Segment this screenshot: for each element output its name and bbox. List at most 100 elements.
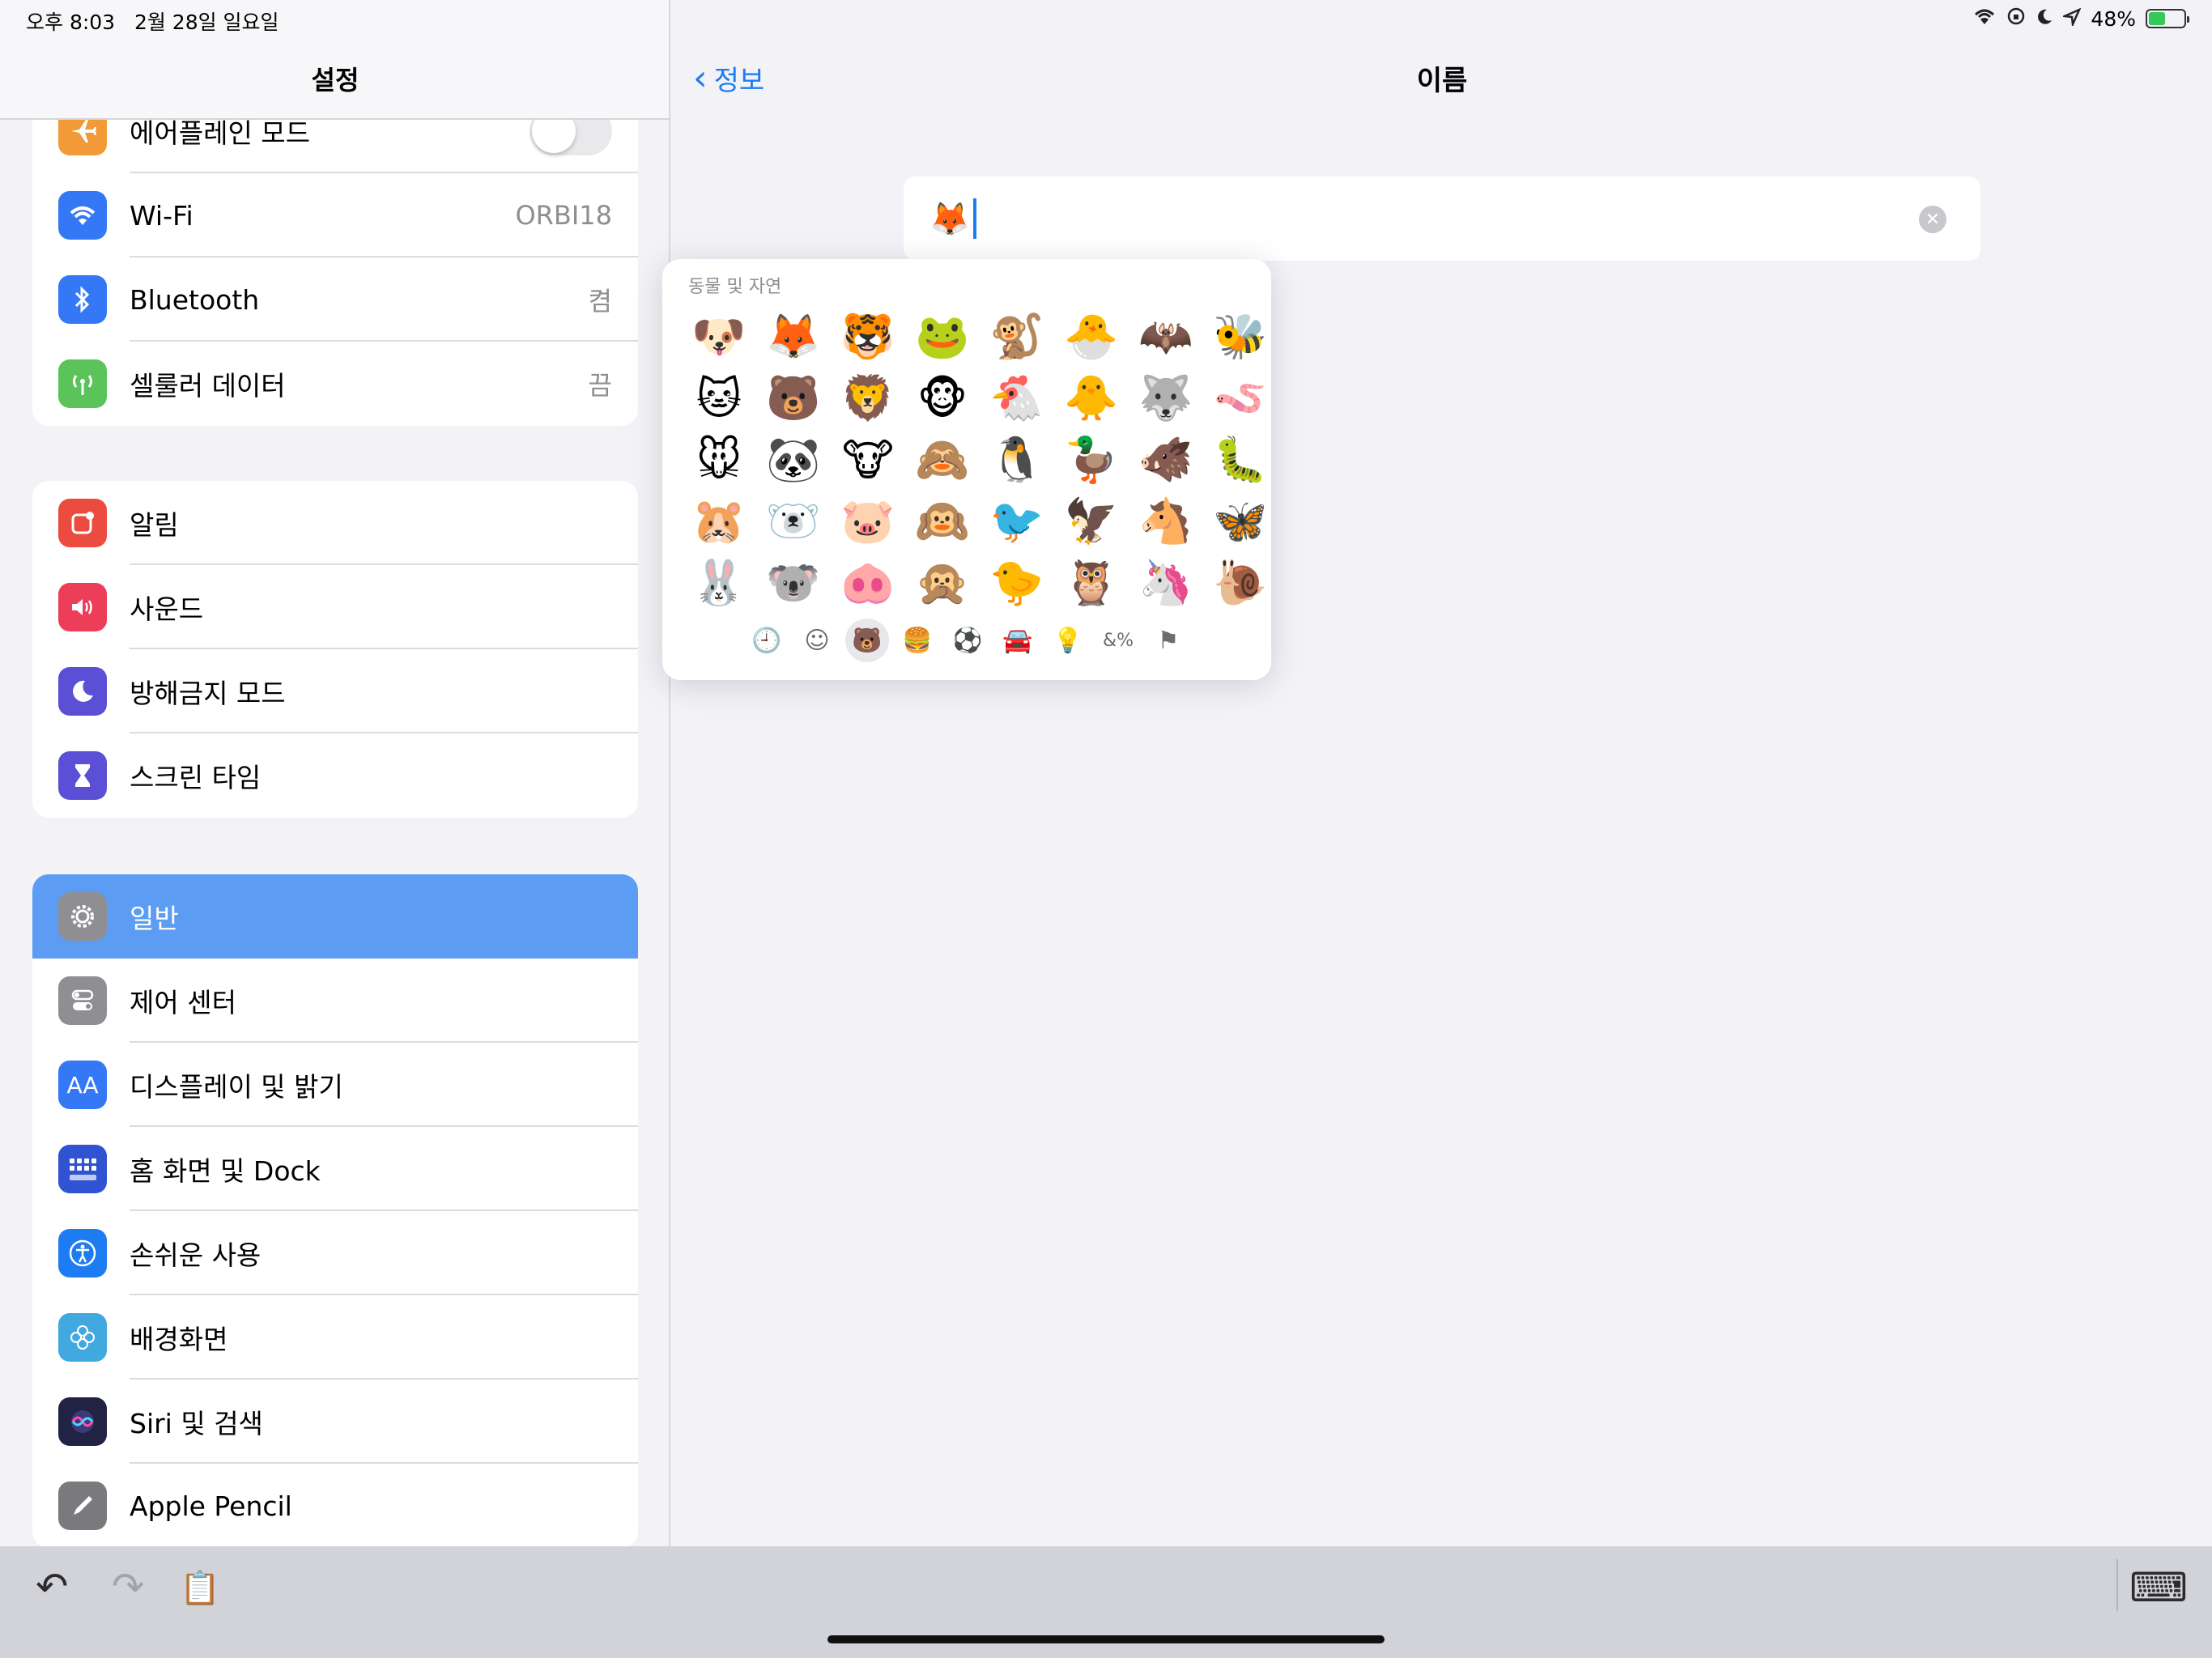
emoji-key[interactable]: 🐰 xyxy=(682,552,756,614)
emoji-key[interactable]: 🦋 xyxy=(1203,491,1278,552)
undo-button[interactable]: ↶ xyxy=(36,1564,68,1609)
emoji-key[interactable]: 🐶 xyxy=(682,306,756,368)
emoji-key[interactable]: 🐼 xyxy=(756,429,831,491)
emoji-key[interactable]: 🙉 xyxy=(905,491,980,552)
emoji-key[interactable]: 🐭 xyxy=(682,429,756,491)
redo-button[interactable]: ↷ xyxy=(112,1564,144,1609)
sidebar-item-speaker[interactable]: 사운드 xyxy=(32,565,638,649)
gear-icon xyxy=(58,892,107,941)
emoji-category-recent-icon[interactable]: 🕘 xyxy=(745,619,789,662)
emoji-key[interactable]: 🐧 xyxy=(980,429,1054,491)
moon-icon xyxy=(2035,7,2053,31)
sidebar-item-accessibility[interactable]: 손쉬운 사용 xyxy=(32,1211,638,1295)
sidebar-item-label: 일반 xyxy=(130,903,179,934)
clear-text-button[interactable]: ✕ xyxy=(1919,206,1946,233)
wifi-icon xyxy=(58,191,107,240)
sidebar-item-hourglass[interactable]: 스크린 타임 xyxy=(32,733,638,818)
emoji-key[interactable]: 🦇 xyxy=(1129,306,1203,368)
detail-title: 이름 xyxy=(1416,65,1468,97)
sidebar-item-gear[interactable]: 일반 xyxy=(32,874,638,959)
sidebar-item-display[interactable]: AA 디스플레이 및 밝기 xyxy=(32,1043,638,1127)
emoji-key[interactable]: 🐥 xyxy=(1054,368,1129,429)
emoji-key[interactable]: 🐮 xyxy=(831,429,905,491)
sidebar-item-siri[interactable]: Siri 및 검색 xyxy=(32,1380,638,1464)
sidebar-item-value: 끔 xyxy=(588,370,612,401)
sidebar-item-notifications[interactable]: 알림 xyxy=(32,481,638,565)
sidebar-item-label: Wi-Fi xyxy=(130,199,194,232)
emoji-key[interactable]: 🐤 xyxy=(980,552,1054,614)
emoji-key[interactable]: 🦉 xyxy=(1054,552,1129,614)
emoji-key[interactable]: 🐌 xyxy=(1203,552,1278,614)
switches-icon xyxy=(58,976,107,1025)
emoji-category-animals-icon[interactable]: 🐻 xyxy=(845,619,889,662)
sidebar-item-label: Apple Pencil xyxy=(130,1490,292,1522)
emoji-category-travel-icon[interactable]: 🚘 xyxy=(996,619,1040,662)
emoji-key[interactable]: 🐣 xyxy=(1054,306,1129,368)
sidebar-item-wifi[interactable]: Wi-Fi ORBI18 xyxy=(32,173,638,257)
emoji-key[interactable]: 🐦 xyxy=(980,491,1054,552)
emoji-key[interactable]: 🐺 xyxy=(1129,368,1203,429)
emoji-key[interactable]: 🐹 xyxy=(682,491,756,552)
toolbar-divider xyxy=(2116,1559,2118,1611)
name-input-value: 🦊 xyxy=(929,200,970,238)
emoji-key[interactable]: 🐛 xyxy=(1203,429,1278,491)
battery-percent: 48% xyxy=(2091,6,2136,31)
emoji-category-objects-icon[interactable]: 💡 xyxy=(1046,619,1090,662)
emoji-key[interactable]: 🐴 xyxy=(1129,491,1203,552)
sidebar-item-pencil[interactable]: Apple Pencil xyxy=(32,1464,638,1546)
emoji-category-smileys-icon[interactable]: ☺ xyxy=(795,619,839,662)
emoji-picker: 동물 및 자연 🐶 🦊 🐯 🐸 🐒 🐣 🦇 🐝 🐱 🐻 🦁 🐵 🐔 🐥 🐺 🪱 🐭 🐼 🐮 🙈 🐧 🦆 🐗 🐛 🐹 🐻‍❄️ 🐷 🙉 🐦… xyxy=(662,259,1271,680)
sidebar-item-antenna[interactable]: 셀룰러 데이터 끔 xyxy=(32,342,638,426)
emoji-key[interactable]: 🦅 xyxy=(1054,491,1129,552)
emoji-key[interactable]: 🐵 xyxy=(905,368,980,429)
location-icon xyxy=(2061,7,2082,31)
emoji-key[interactable]: 🐻 xyxy=(756,368,831,429)
settings-group-connectivity: 에어플레인 모드 Wi-Fi ORBI18 Bluetooth 켬 셀룰러 데이터 끔 xyxy=(32,89,638,426)
sidebar-item-label: 사운드 xyxy=(130,593,204,625)
emoji-key[interactable]: 🦆 xyxy=(1054,429,1129,491)
emoji-section-label: 동물 및 자연 xyxy=(688,277,782,297)
sidebar-item-switches[interactable]: 제어 센터 xyxy=(32,959,638,1043)
home-indicator xyxy=(827,1635,1385,1643)
sidebar-item-label: Siri 및 검색 xyxy=(130,1408,263,1439)
sidebar-item-flower[interactable]: 배경화면 xyxy=(32,1295,638,1380)
emoji-key[interactable]: 🐱 xyxy=(682,368,756,429)
sidebar-item-moon[interactable]: 방해금지 모드 xyxy=(32,649,638,733)
sidebar-item-bluetooth[interactable]: Bluetooth 켬 xyxy=(32,257,638,342)
emoji-key[interactable]: 🐝 xyxy=(1203,306,1278,368)
keyboard-icon[interactable]: ⌨ xyxy=(2129,1564,2188,1611)
emoji-key[interactable]: 🐷 xyxy=(831,491,905,552)
sidebar-item-label: 손쉬운 사용 xyxy=(130,1239,262,1271)
emoji-category-symbols-icon[interactable]: &% xyxy=(1096,619,1140,662)
emoji-category-food-icon[interactable]: 🍔 xyxy=(895,619,939,662)
emoji-category-activity-icon[interactable]: ⚽ xyxy=(946,619,989,662)
sidebar-item-value: 켬 xyxy=(588,286,612,317)
paste-button[interactable]: 📋 xyxy=(180,1569,220,1607)
display-icon: AA xyxy=(58,1061,107,1109)
emoji-key[interactable]: 🐯 xyxy=(831,306,905,368)
emoji-category-flags-icon[interactable]: ⚑ xyxy=(1146,619,1190,662)
emoji-key[interactable]: 🐻‍❄️ xyxy=(756,491,831,552)
speaker-icon xyxy=(58,583,107,631)
emoji-key[interactable]: 🐨 xyxy=(756,552,831,614)
emoji-key[interactable]: 🐗 xyxy=(1129,429,1203,491)
sidebar-item-label: 스크린 타임 xyxy=(130,762,262,793)
emoji-key[interactable]: 🙊 xyxy=(905,552,980,614)
emoji-key[interactable]: 🙈 xyxy=(905,429,980,491)
emoji-key[interactable]: 🦁 xyxy=(831,368,905,429)
emoji-key[interactable]: 🐸 xyxy=(905,306,980,368)
emoji-key[interactable]: 🐒 xyxy=(980,306,1054,368)
sidebar-title: 설정 xyxy=(311,65,359,96)
sidebar-item-label: 알림 xyxy=(130,509,179,541)
sidebar-item-label: 셀룰러 데이터 xyxy=(130,370,286,402)
name-input[interactable]: 🦊 ✕ xyxy=(904,176,1980,261)
emoji-key[interactable]: 🦄 xyxy=(1129,552,1203,614)
emoji-key[interactable]: 🐽 xyxy=(831,552,905,614)
emoji-key[interactable]: 🪱 xyxy=(1203,368,1278,429)
sidebar-item-home-grid[interactable]: 홈 화면 및 Dock xyxy=(32,1127,638,1211)
emoji-key[interactable]: 🐔 xyxy=(980,368,1054,429)
emoji-key[interactable]: 🦊 xyxy=(756,306,831,368)
sidebar-item-value: ORBI18 xyxy=(515,200,612,231)
status-time: 오후 8:03 2월 28일 일요일 xyxy=(26,11,279,34)
settings-group-notifications: 알림사운드방해금지 모드스크린 타임 xyxy=(32,481,638,818)
